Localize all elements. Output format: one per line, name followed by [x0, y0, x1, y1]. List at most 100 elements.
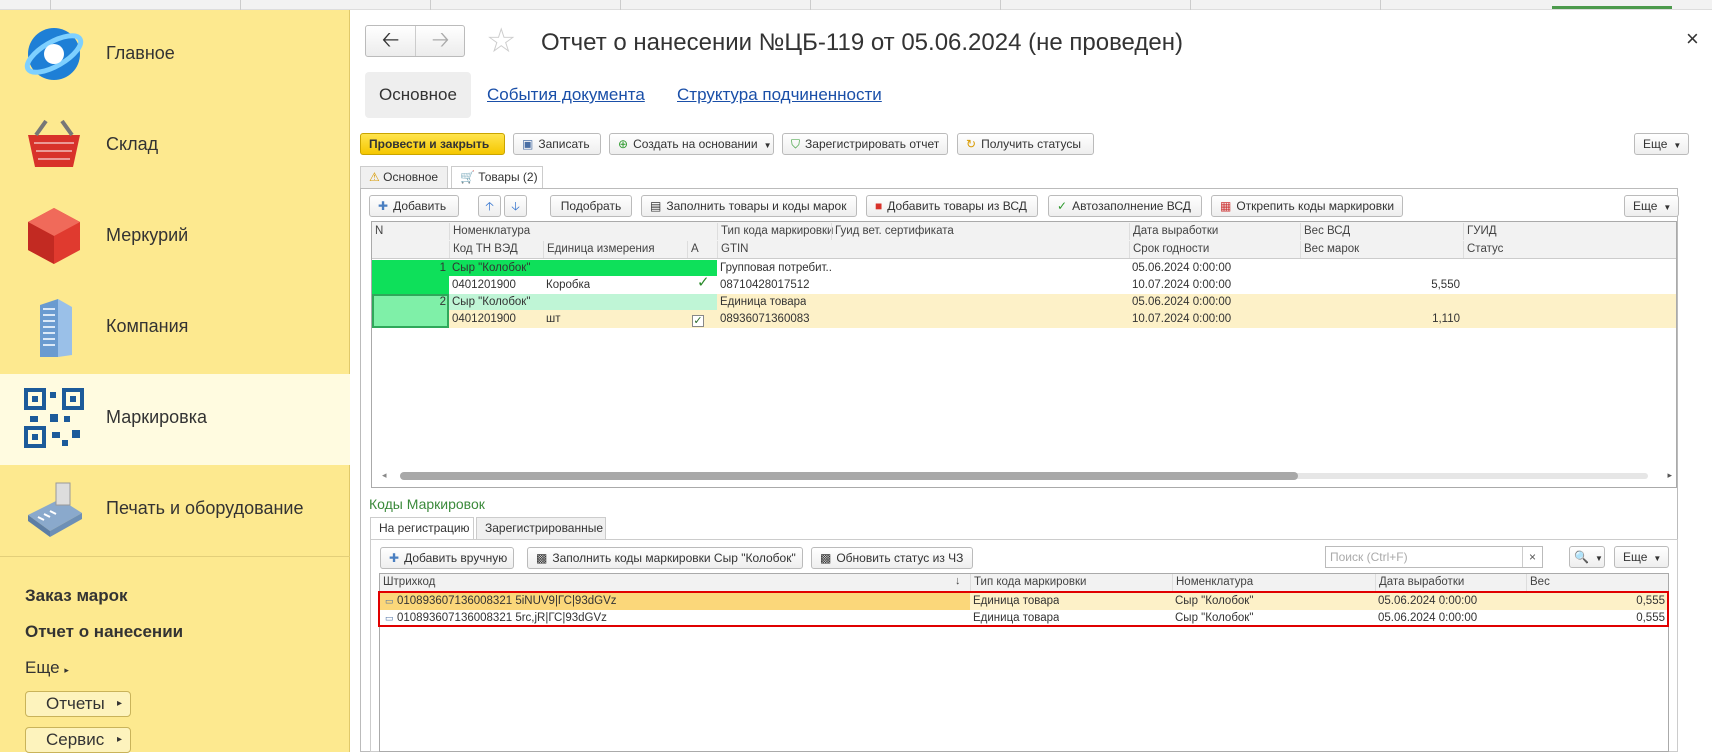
link-order-marks[interactable]: Заказ марок	[25, 586, 128, 606]
col-weight[interactable]: Вес	[1526, 574, 1550, 591]
row-code-type: Единица товара	[720, 296, 807, 308]
fill-goods-codes-label: Заполнить товары и коды марок	[666, 199, 847, 213]
fill-codes-label: Заполнить коды маркировки Сыр "Колобок"	[552, 551, 796, 565]
goods-table[interactable]: N Номенклатура Тип кода маркировки Гуид …	[371, 221, 1677, 488]
search-input[interactable]: Поиск (Ctrl+F) ×	[1325, 546, 1543, 568]
table-row[interactable]: 1 Сыр "Колобок" Групповая потребит... 05…	[372, 260, 1676, 294]
add-from-vsd-button[interactable]: ■ Добавить товары из ВСД	[866, 195, 1038, 217]
more-button[interactable]: Еще ▼	[1634, 133, 1689, 155]
sidebar-item-warehouse[interactable]: Склад	[0, 101, 350, 192]
update-status-button[interactable]: ▩ Обновить статус из ЧЗ	[811, 547, 973, 569]
active-window-indicator	[1552, 6, 1672, 9]
reports-button[interactable]: Отчеты ▸	[25, 691, 131, 717]
col-status[interactable]: Статус	[1463, 241, 1503, 258]
link-application-report[interactable]: Отчет о нанесении	[25, 622, 183, 642]
link-more[interactable]: Еще ▸	[25, 658, 69, 678]
search-placeholder: Поиск (Ctrl+F)	[1330, 550, 1408, 564]
fill-goods-codes-button[interactable]: ▤ Заполнить товары и коды марок	[641, 195, 857, 217]
grid-remove-icon: ▦	[1220, 199, 1232, 213]
add-manual-button[interactable]: ✚ Добавить вручную	[380, 547, 514, 569]
col-prod-date[interactable]: Дата выработки	[1129, 223, 1218, 240]
codes-tab-registered[interactable]: Зарегистрированные	[476, 517, 606, 539]
qr-code-icon: ▩	[820, 551, 832, 565]
post-close-button[interactable]: Провести и закрыть	[360, 133, 505, 155]
register-report-button[interactable]: ⛉ Зарегистрировать отчет	[782, 133, 948, 155]
warning-icon: ⚠	[369, 170, 380, 184]
col-code-type[interactable]: Тип кода маркировки	[970, 574, 1086, 591]
save-button[interactable]: ▣ Записать	[513, 133, 601, 155]
detach-codes-button[interactable]: ▦ Открепить коды маркировки	[1211, 195, 1403, 217]
qr-code-icon	[24, 388, 84, 448]
search-button[interactable]: 🔍 ▼	[1569, 546, 1605, 568]
horizontal-scrollbar[interactable]: ◂ ▸	[378, 470, 1676, 482]
window-top-strip	[0, 0, 1712, 10]
sidebar-label-warehouse: Склад	[106, 134, 159, 154]
add-goods-label: Добавить	[393, 199, 447, 213]
col-nomenclature[interactable]: Номенклатура	[449, 223, 530, 240]
page-tab-goods-label: Товары (2)	[478, 170, 538, 184]
get-status-button[interactable]: ↻ Получить статусы	[957, 133, 1094, 155]
get-status-label: Получить статусы	[981, 137, 1082, 151]
sidebar-label-print: Печать и оборудование	[106, 498, 304, 518]
col-prod-date[interactable]: Дата выработки	[1375, 574, 1464, 591]
col-nomenclature[interactable]: Номенклатура	[1172, 574, 1253, 591]
col-marks-weight[interactable]: Вес марок	[1300, 241, 1359, 258]
page-tab-goods[interactable]: 🛒 Товары (2)	[451, 166, 543, 188]
goods-more-button[interactable]: Еще ▼	[1624, 195, 1679, 217]
col-tnved[interactable]: Код ТН ВЭД	[449, 241, 518, 258]
search-icon: 🔍	[1574, 550, 1589, 564]
tab-main[interactable]: Основное	[365, 72, 471, 118]
create-based-label: Создать на основании	[633, 137, 758, 151]
basket-icon	[28, 119, 80, 167]
col-expiry[interactable]: Срок годности	[1129, 241, 1209, 258]
move-up-button[interactable]: 🡡	[478, 195, 501, 217]
col-n[interactable]: N	[372, 223, 383, 240]
sidebar-item-company[interactable]: Компания	[0, 283, 350, 374]
dropdown-arrow-icon: ▼	[763, 141, 772, 150]
move-down-button[interactable]: 🡣	[504, 195, 527, 217]
scroll-left-icon[interactable]: ◂	[382, 470, 387, 481]
col-a[interactable]: А	[687, 241, 699, 258]
favorite-star-icon[interactable]: ☆	[486, 24, 516, 58]
col-vet-guid[interactable]: Гуид вет. сертификата	[831, 223, 954, 240]
scroll-thumb[interactable]	[400, 472, 1298, 480]
tab-events[interactable]: События документа	[487, 72, 645, 118]
col-guid[interactable]: ГУИД	[1463, 223, 1497, 240]
table-row[interactable]: 2 Сыр "Колобок" Единица товара 05.06.202…	[372, 294, 1676, 329]
sidebar-item-print[interactable]: Печать и оборудование	[0, 465, 350, 556]
col-code-type[interactable]: Тип кода маркировки	[717, 223, 833, 240]
clear-search-icon[interactable]: ×	[1522, 547, 1542, 567]
sidebar-item-main[interactable]: Главное	[0, 10, 350, 101]
back-button[interactable]: 🡠	[366, 26, 415, 56]
forward-button[interactable]: 🡢	[416, 26, 465, 56]
sidebar-label-marking: Маркировка	[106, 407, 208, 427]
fill-codes-button[interactable]: ▩ Заполнить коды маркировки Сыр "Колобок"	[527, 547, 803, 569]
row-prod-date: 05.06.2024 0:00:00	[1132, 262, 1232, 274]
codes-more-button[interactable]: Еще ▼	[1614, 546, 1669, 568]
close-icon[interactable]: ×	[1686, 26, 1699, 52]
row-tnved: 0401201900	[452, 313, 516, 325]
cart-icon: 🛒	[460, 170, 475, 184]
page-tab-main[interactable]: ⚠ Основное	[360, 166, 448, 188]
check-icon[interactable]: ✓	[694, 275, 710, 291]
service-button[interactable]: Сервис ▸	[25, 727, 131, 753]
update-status-label: Обновить статус из ЧЗ	[836, 551, 964, 565]
col-vsd-weight[interactable]: Вес ВСД	[1300, 223, 1350, 240]
col-barcode[interactable]: Штрихкод	[380, 574, 435, 591]
cube-icon	[28, 208, 80, 264]
page-title: Отчет о нанесении №ЦБ-119 от 05.06.2024 …	[541, 29, 1183, 56]
codes-tab-to-register[interactable]: На регистрацию	[370, 517, 474, 539]
checkbox[interactable]: ✓	[692, 313, 704, 329]
chevron-right-icon: ▸	[116, 698, 122, 709]
sidebar-item-mercury[interactable]: Меркурий	[0, 192, 350, 283]
globe-icon	[24, 28, 84, 80]
autofill-vsd-button[interactable]: ✓ Автозаполнение ВСД	[1048, 195, 1202, 217]
pick-button[interactable]: Подобрать	[550, 195, 632, 217]
col-gtin[interactable]: GTIN	[717, 241, 748, 258]
sidebar-item-marking[interactable]: Маркировка	[0, 374, 350, 465]
add-goods-button[interactable]: ✚ Добавить	[369, 195, 459, 217]
tab-structure[interactable]: Структура подчиненности	[677, 72, 882, 118]
col-unit[interactable]: Единица измерения	[543, 241, 655, 258]
scroll-right-icon[interactable]: ▸	[1667, 470, 1672, 481]
create-based-button[interactable]: ⊕ Создать на основании ▼	[609, 133, 774, 155]
